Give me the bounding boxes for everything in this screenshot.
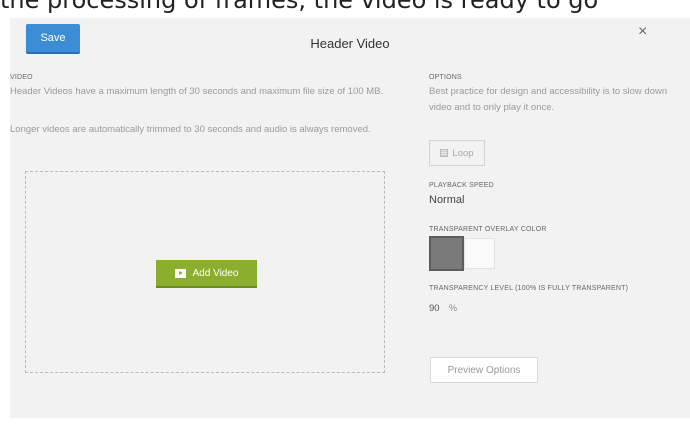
preview-options-button[interactable]: Preview Options xyxy=(430,357,538,383)
overlay-swatch-light[interactable] xyxy=(464,238,495,269)
video-limits-text: Header Videos have a maximum length of 3… xyxy=(10,86,384,97)
add-video-label: Add Video xyxy=(192,267,239,279)
playback-speed-value[interactable]: Normal xyxy=(429,194,464,206)
checkbox-icon xyxy=(440,149,449,157)
playback-speed-label: PLAYBACK SPEED xyxy=(429,182,494,189)
close-icon[interactable]: × xyxy=(638,23,647,41)
video-section-label: VIDEO xyxy=(10,74,33,81)
background-page-text: the processing of frames, the video is r… xyxy=(0,0,599,14)
overlay-color-label: TRANSPARENT OVERLAY COLOR xyxy=(429,226,547,233)
transparency-level-label: TRANSPARENCY LEVEL (100% IS FULLY TRANSP… xyxy=(429,285,629,292)
transparency-value[interactable]: 90 xyxy=(429,303,440,314)
loop-label: Loop xyxy=(452,147,474,159)
transparency-unit: % xyxy=(449,303,458,313)
video-trim-text: Longer videos are automatically trimmed … xyxy=(10,124,371,135)
modal-title: Header Video xyxy=(310,36,390,51)
video-dropzone[interactable]: Add Video xyxy=(25,171,385,373)
options-description: Best practice for design and accessibili… xyxy=(429,86,668,113)
background-page-text-strip: the processing of frames, the video is r… xyxy=(0,0,690,18)
options-section-label: OPTIONS xyxy=(429,74,462,81)
play-icon xyxy=(174,268,186,278)
overlay-swatch-dark[interactable] xyxy=(429,236,464,271)
header-video-modal: Save Header Video × VIDEO Header Videos … xyxy=(10,18,690,418)
loop-toggle[interactable]: Loop xyxy=(429,140,485,166)
add-video-button[interactable]: Add Video xyxy=(156,260,257,286)
